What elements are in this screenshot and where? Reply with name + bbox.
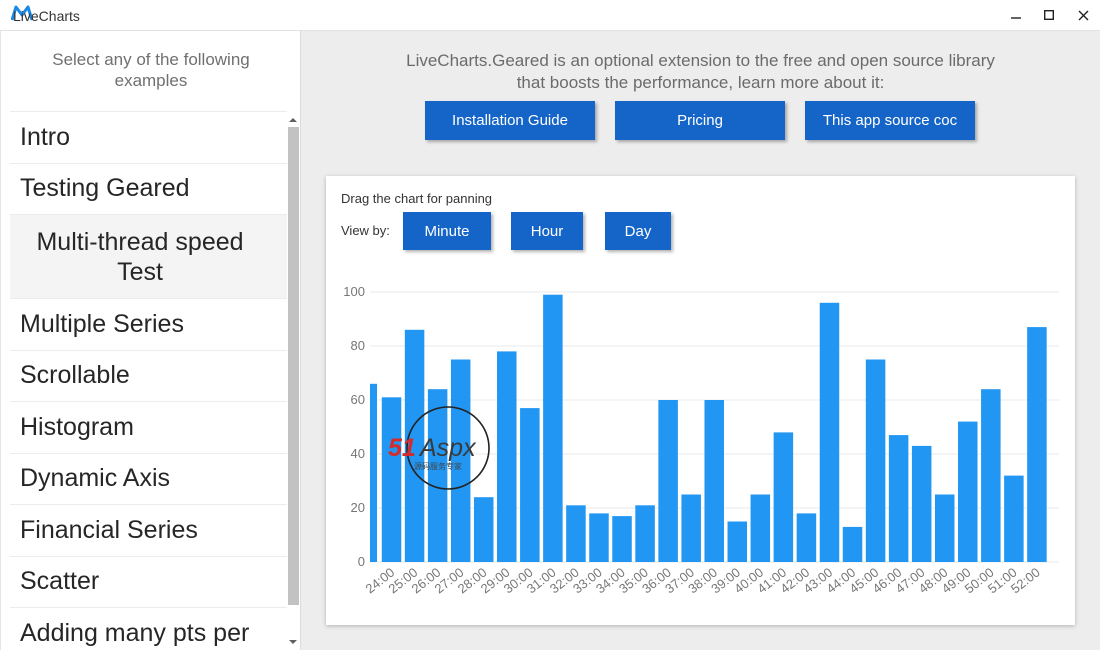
sidebar-item-label: Scrollable — [20, 361, 130, 390]
main-panel: LiveCharts.Geared is an optional extensi… — [301, 31, 1100, 650]
bar — [842, 526, 863, 562]
scroll-down-arrow-icon[interactable] — [288, 637, 298, 647]
y-tick-label: 60 — [351, 392, 365, 407]
examples-list: Intro Testing Geared Multi-thread speed … — [10, 111, 287, 650]
sidebar-header-line-2: examples — [114, 71, 188, 90]
sidebar-header-line-1: Select any of the following — [52, 50, 250, 69]
bar — [589, 513, 609, 562]
pricing-button[interactable]: Pricing — [615, 101, 785, 140]
sidebar-item-scrollable[interactable]: Scrollable — [10, 349, 287, 402]
bar — [727, 521, 748, 562]
sidebar-item-adding-many-pts[interactable]: Adding many pts per — [10, 607, 287, 650]
scrollbar-thumb[interactable] — [288, 127, 299, 605]
y-tick-label: 80 — [351, 338, 365, 353]
y-tick-label: 40 — [351, 446, 365, 461]
bar — [681, 494, 701, 562]
y-tick-label: 100 — [343, 284, 365, 299]
bar — [612, 516, 632, 562]
title-bar: LiveCharts — [0, 0, 1100, 31]
bar — [520, 408, 540, 562]
y-tick-label: 0 — [358, 554, 365, 569]
sidebar-item-histogram[interactable]: Histogram — [10, 401, 287, 453]
minimize-button[interactable] — [999, 0, 1033, 30]
minimize-icon — [1011, 17, 1021, 19]
sidebar-item-intro[interactable]: Intro — [10, 111, 287, 163]
sidebar-item-financial-series[interactable]: Financial Series — [10, 504, 287, 556]
scroll-up-arrow-icon[interactable] — [288, 115, 298, 125]
sidebar-item-dynamic-axis[interactable]: Dynamic Axis — [10, 452, 287, 505]
sidebar-item-scatter[interactable]: Scatter — [10, 555, 287, 608]
bar — [981, 389, 1001, 562]
intro-line-1: LiveCharts.Geared is an optional extensi… — [406, 51, 995, 70]
bar — [865, 359, 886, 562]
close-button[interactable] — [1066, 0, 1100, 30]
watermark-brand-text-2: Aspx — [418, 434, 477, 462]
bar — [934, 494, 955, 562]
sidebar-item-label: Multiple Series — [20, 309, 184, 338]
bar — [566, 505, 586, 562]
window-title: LiveCharts — [13, 8, 80, 24]
installation-guide-button[interactable]: Installation Guide — [425, 101, 595, 140]
bar — [819, 302, 840, 562]
bar — [773, 432, 794, 562]
bar — [473, 497, 494, 562]
sidebar-item-label: Multi-thread speed Test — [36, 227, 244, 286]
bar — [1004, 475, 1024, 562]
maximize-button[interactable] — [1032, 0, 1066, 30]
bar-partial — [370, 383, 377, 562]
sidebar-item-label: Dynamic Axis — [20, 464, 171, 493]
close-icon — [1078, 10, 1088, 20]
bar — [888, 435, 909, 562]
bar — [658, 400, 678, 562]
sidebar-item-testing-geared[interactable]: Testing Geared — [10, 162, 287, 215]
geared-intro-text: LiveCharts.Geared is an optional extensi… — [301, 50, 1100, 94]
watermark-subtitle: 源码服务专家 — [414, 461, 462, 471]
sidebar-item-multi-thread-speed-test[interactable]: Multi-thread speed Test — [10, 214, 287, 298]
sidebar-item-multiple-series[interactable]: Multiple Series — [10, 298, 287, 350]
bar — [635, 505, 655, 562]
sidebar-scrollbar[interactable] — [287, 115, 299, 650]
bar — [704, 400, 724, 562]
watermark-brand-text: 51 — [388, 434, 416, 462]
app-source-code-button[interactable]: This app source coc — [805, 101, 975, 140]
sidebar-item-label: Adding many pts per — [20, 618, 250, 647]
bar — [796, 513, 817, 562]
bar — [750, 494, 771, 562]
sidebar-item-label: Scatter — [20, 567, 100, 596]
sidebar-item-label: Testing Geared — [20, 174, 190, 203]
y-tick-label: 20 — [351, 500, 365, 515]
intro-line-2: that boosts the performance, learn more … — [516, 73, 885, 92]
sidebar-item-label: Histogram — [20, 412, 134, 441]
examples-sidebar: Select any of the following examples Int… — [0, 31, 301, 650]
sidebar-item-label: Financial Series — [20, 515, 198, 544]
bar — [1027, 327, 1047, 562]
bar — [911, 445, 932, 562]
bar — [958, 421, 978, 562]
51aspx-watermark-logo: 51 Aspx 源码服务专家 — [388, 406, 490, 490]
sidebar-header: Select any of the following examples — [1, 49, 300, 91]
sidebar-item-label: Intro — [20, 122, 71, 151]
bar — [543, 294, 563, 562]
maximize-icon — [1044, 10, 1054, 20]
